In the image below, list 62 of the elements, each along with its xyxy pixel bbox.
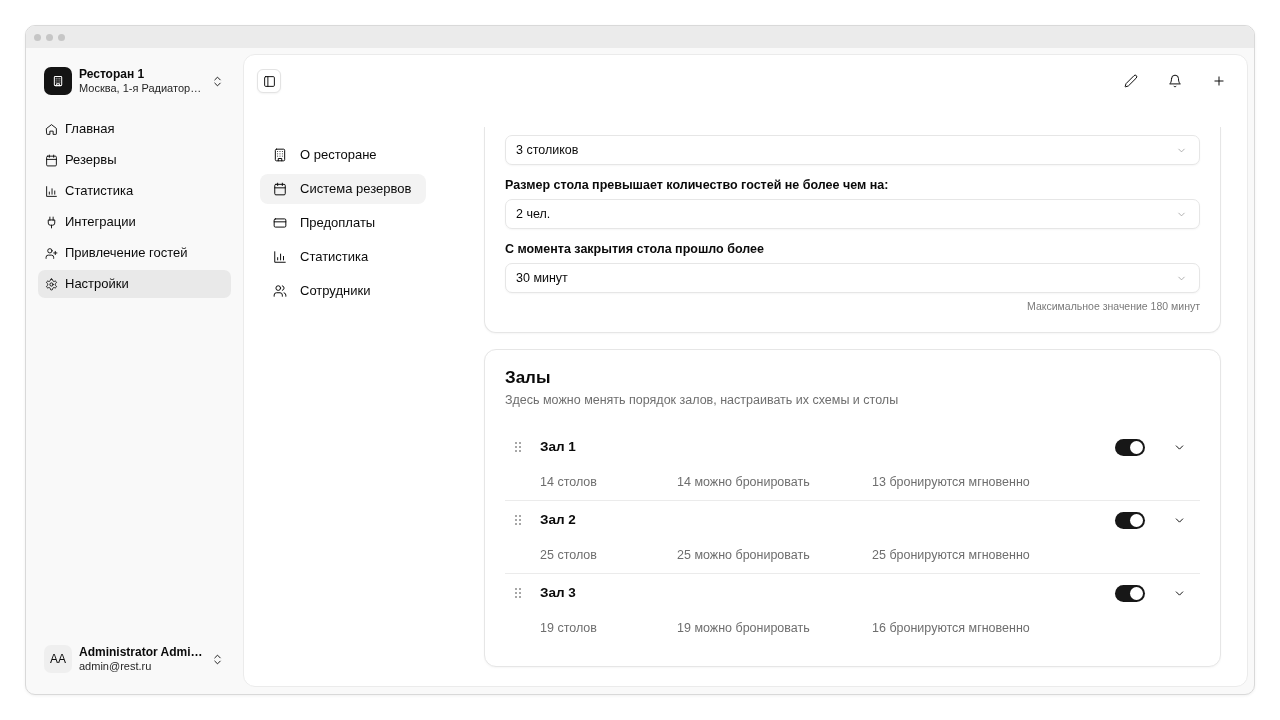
sidebar-nav-item[interactable]: Интеграции [38, 208, 231, 236]
table-count: 25 столов [540, 547, 598, 563]
select-field[interactable]: 3 столиков [505, 135, 1200, 165]
building-logo-icon [44, 67, 72, 95]
hall-name: Зал 3 [540, 583, 576, 602]
sidebar-toggle-button[interactable] [257, 69, 281, 93]
field-hint: Максимальное значение 180 минут [1027, 299, 1200, 313]
bar-chart-icon [273, 250, 287, 264]
settings-nav-item[interactable]: Предоплаты [260, 208, 426, 238]
bookable-count: 14 можно бронировать [677, 474, 811, 490]
hall-name: Зал 1 [540, 437, 576, 456]
settings-nav-item[interactable]: Статистика [260, 242, 426, 272]
toggle-switch[interactable] [1115, 584, 1145, 602]
calendar-icon [273, 182, 287, 196]
field-label: С момента закрытия стола прошло более [505, 241, 764, 257]
sidebar-nav-item[interactable]: Главная [38, 115, 231, 143]
credit-card-icon [273, 216, 287, 230]
section-description: Здесь можно менять порядок залов, настраивать их схемы и столы [505, 392, 899, 408]
sidebar-nav-item[interactable]: Привлечение гостей [38, 239, 231, 267]
user-email: admin@rest.ru [79, 659, 153, 673]
toggle-switch[interactable] [1115, 511, 1145, 529]
instant-count: 13 бронируются мгновенно [872, 474, 1030, 490]
bookable-count: 19 можно бронировать [677, 620, 811, 636]
users-icon [273, 284, 287, 298]
plus-icon [1212, 74, 1226, 88]
drag-handle-icon[interactable] [515, 515, 521, 525]
restaurant-address: Москва, 1-я Радиатор… [79, 81, 203, 95]
pencil-icon [1124, 74, 1138, 88]
sidebar-nav-item[interactable]: Статистика [38, 177, 231, 205]
sidebar-nav-item[interactable]: Настройки [38, 270, 231, 298]
building-icon [273, 148, 287, 162]
calendar-icon [45, 153, 58, 167]
table-count: 14 столов [540, 474, 598, 490]
drag-handle-icon[interactable] [515, 588, 521, 598]
chevron-up-down-icon[interactable] [211, 74, 224, 88]
window-controls-icon [34, 33, 65, 41]
settings-nav-item[interactable]: Система резервов [260, 174, 426, 204]
sidebar-nav-item[interactable]: Резервы [38, 146, 231, 174]
settings-nav-item[interactable]: Сотрудники [260, 276, 426, 306]
user-name: Administrator Admi… [79, 645, 204, 659]
bell-icon [1168, 74, 1182, 88]
field-label: Размер стола превышает количество гостей не более чем на: [505, 177, 889, 193]
settings-nav-item[interactable]: О ресторане [260, 140, 426, 170]
user-avatar: AA [44, 645, 72, 673]
home-icon [45, 122, 58, 136]
section-title: Залы [505, 367, 551, 389]
select-field[interactable]: 30 минут [505, 263, 1200, 293]
user-plus-icon [45, 246, 58, 260]
hall-name: Зал 2 [540, 510, 576, 529]
settings-icon [45, 277, 58, 291]
table-count: 19 столов [540, 620, 598, 636]
bar-chart-icon [45, 184, 58, 198]
select-field[interactable]: 2 чел. [505, 199, 1200, 229]
plug-icon [45, 215, 58, 229]
chevron-up-down-icon[interactable] [211, 652, 224, 666]
instant-count: 16 бронируются мгновенно [872, 620, 1030, 636]
bookable-count: 25 можно бронировать [677, 547, 811, 563]
panel-left-icon [262, 74, 276, 88]
toggle-switch[interactable] [1115, 438, 1145, 456]
instant-count: 25 бронируются мгновенно [872, 547, 1030, 563]
restaurant-name: Ресторан 1 [79, 67, 146, 81]
drag-handle-icon[interactable] [515, 442, 521, 452]
